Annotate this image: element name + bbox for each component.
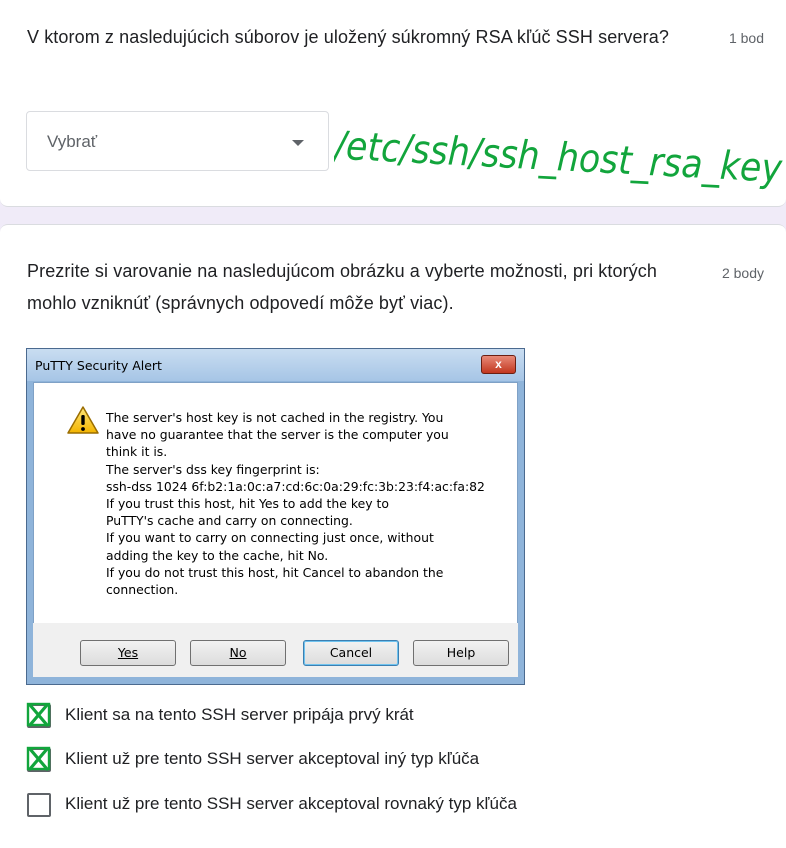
dialog-titlebar: PuTTY Security Alert x: [27, 349, 524, 381]
close-icon: x: [481, 355, 516, 374]
dropdown-placeholder: Vybrať: [47, 132, 98, 151]
handdrawn-check-icon: [26, 702, 51, 727]
dialog-message-line: If you trust this host, hit Yes to add t…: [106, 496, 389, 512]
dialog-title: PuTTY Security Alert: [35, 358, 162, 373]
dialog-message-line: have no guarantee that the server is the…: [106, 427, 449, 443]
question-1-text: V ktorom z nasledujúcich súborov je ulož…: [27, 27, 669, 47]
dialog-body: The server's host key is not cached in t…: [33, 382, 518, 624]
question-2-points: 2 body: [721, 265, 764, 281]
dialog-message-line: If you do not trust this host, hit Cance…: [106, 564, 444, 580]
no-button: No: [190, 640, 286, 666]
handwritten-answer: /etc/ssh/ssh_host_rsa_key: [334, 123, 784, 192]
handwritten-answer-text: /etc/ssh/ssh_host_rsa_key: [334, 123, 784, 192]
dialog-message-line: ssh-dss 1024 6f:b2:1a:0c:a7:cd:6c:0a:29:…: [106, 478, 485, 494]
dialog-message: The server's host key is not cached in t…: [106, 409, 485, 598]
question-1-points: 1 bod: [728, 30, 764, 46]
dialog-footer: Yes No Cancel Help: [33, 623, 518, 677]
handdrawn-check-icon: [26, 746, 51, 771]
checkbox[interactable]: [27, 793, 51, 817]
dialog-message-line: connection.: [106, 582, 179, 598]
dialog-message-line: PuTTY's cache and carry on connecting.: [106, 513, 353, 529]
dropdown-arrow-icon: [292, 140, 304, 146]
question-card-2: Prezrite si varovanie na nasledujúcom ob…: [0, 224, 786, 848]
option-label: Klient už pre tento SSH server akceptova…: [65, 749, 480, 768]
warning-icon: [67, 406, 99, 434]
cancel-button: Cancel: [303, 640, 399, 666]
help-button: Help: [413, 640, 509, 666]
dialog-message-line: adding the key to the cache, hit No.: [106, 547, 329, 563]
answer-dropdown[interactable]: Vybrať: [26, 111, 329, 171]
question-2-text: Prezrite si varovanie na nasledujúcom ob…: [27, 261, 657, 313]
yes-button: Yes: [80, 640, 176, 666]
question-card-1: V ktorom z nasledujúcich súborov je ulož…: [0, 0, 786, 207]
dialog-message-line: The server's host key is not cached in t…: [106, 410, 444, 425]
dialog-message-line: If you want to carry on connecting just …: [106, 530, 434, 546]
dialog-message-line: The server's dss key fingerprint is:: [106, 461, 320, 477]
option-label: Klient už pre tento SSH server akceptova…: [65, 794, 517, 813]
dialog-message-line: think it is.: [106, 444, 168, 460]
putty-alert-image: PuTTY Security Alert x The server's host…: [26, 348, 525, 685]
option-label: Klient sa na tento SSH server pripája pr…: [65, 705, 414, 724]
